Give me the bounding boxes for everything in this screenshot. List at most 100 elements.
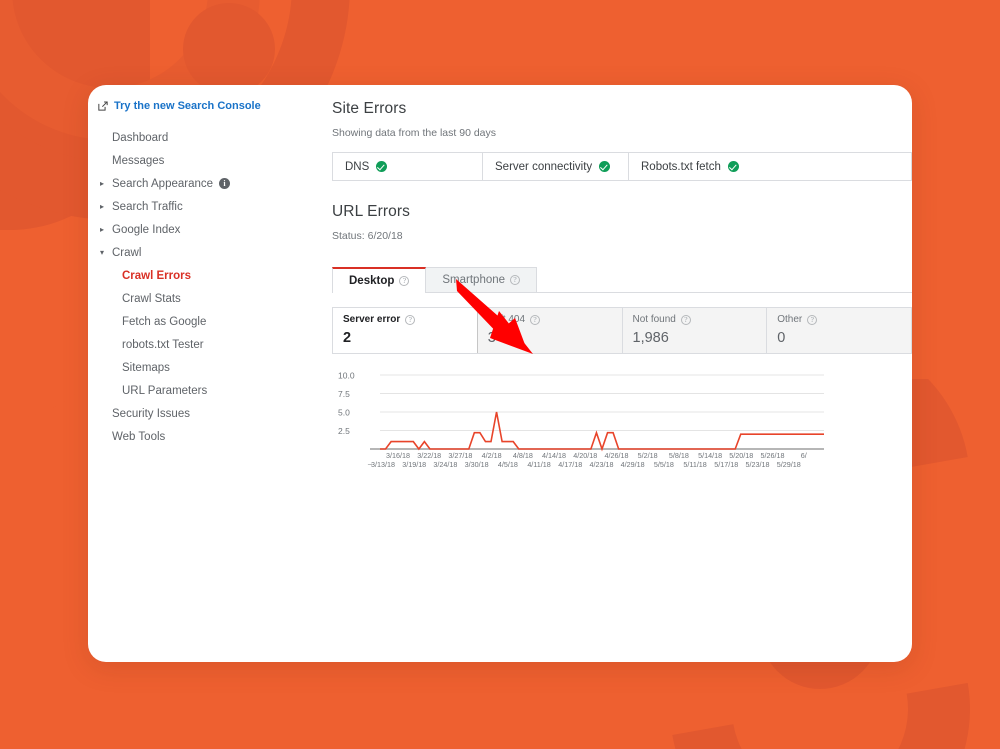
sidebar: Try the new Search Console Dashboard Mess… — [98, 100, 261, 448]
chart-xtick-label-lower: 4/29/18 — [621, 460, 645, 469]
watermark-dot — [183, 3, 275, 95]
sidebar-item-fetch-as-google[interactable]: Fetch as Google — [98, 310, 248, 333]
sidebar-item-security-issues[interactable]: Security Issues — [98, 402, 248, 425]
help-icon[interactable]: ? — [530, 314, 541, 325]
help-icon[interactable]: ? — [680, 314, 691, 325]
chart-xtick-label-upper: 3/27/18 — [448, 451, 472, 460]
card-content-clip: Try the new Search Console Dashboard Mess… — [88, 85, 912, 662]
chart-xtick-label-lower: 5/5/18 — [654, 460, 674, 469]
chart-xtick-label-upper: 5/2/18 — [638, 451, 658, 460]
tab-label: Desktop — [349, 274, 395, 287]
sidebar-item-label: Search Traffic — [112, 200, 183, 213]
chart-xtick-label-upper: 5/26/18 — [761, 451, 785, 460]
metric-label: Not found — [632, 314, 676, 325]
sidebar-item-label: Crawl Stats — [122, 292, 181, 305]
chart-ytick-label: 7.5 — [338, 389, 350, 399]
chart-xtick-label-lower: 4/17/18 — [558, 460, 582, 469]
green-check-icon — [599, 161, 611, 172]
chevron-down-icon: ▾ — [100, 247, 105, 257]
site-error-server-connectivity[interactable]: Server connectivity — [483, 153, 629, 180]
sidebar-item-label: Fetch as Google — [122, 315, 207, 328]
crawl-errors-chart: 10.0 7.5 5.0 2.5 3/16/18 3/22/18 3/27/18 4/2/18… — [332, 369, 824, 469]
chart-xtick-label-upper: 4/20/18 — [573, 451, 597, 460]
sidebar-item-sitemaps[interactable]: Sitemaps — [98, 356, 248, 379]
sidebar-item-messages[interactable]: Messages — [98, 149, 248, 172]
tab-smartphone[interactable]: Smartphone? — [425, 267, 538, 292]
sidebar-item-crawl[interactable]: ▾ Crawl — [98, 241, 248, 264]
site-errors-title: Site Errors — [332, 100, 407, 117]
help-icon[interactable]: ? — [807, 314, 818, 325]
help-icon[interactable]: ? — [399, 275, 410, 286]
metric-label: Other — [777, 314, 803, 325]
chart-xtick-label-lower: 4/23/18 — [589, 460, 613, 469]
chevron-right-icon: ▸ — [100, 201, 105, 211]
sidebar-item-search-traffic[interactable]: ▸ Search Traffic — [98, 195, 248, 218]
site-errors-subtitle: Showing data from the last 90 days — [332, 127, 497, 139]
metric-not-found[interactable]: Not found? 1,986 — [622, 308, 768, 353]
metric-value: 0 — [777, 330, 786, 346]
site-error-label: Server connectivity — [495, 160, 593, 173]
metric-label-wrap: Server error? — [343, 314, 477, 325]
chevron-right-icon: ▸ — [100, 178, 105, 188]
metric-label: Server error — [343, 314, 401, 325]
chart-xtick-label-upper: 5/8/18 — [669, 451, 689, 460]
chart-xtick-label-lower: 5/11/18 — [683, 460, 706, 469]
site-error-dns[interactable]: DNS — [333, 153, 483, 180]
sidebar-item-url-parameters[interactable]: URL Parameters — [98, 379, 248, 402]
chart-xtick-label-lower: 4/5/18 — [498, 460, 518, 469]
site-error-robots-txt-fetch[interactable]: Robots.txt fetch — [629, 153, 774, 180]
sidebar-item-google-index[interactable]: ▸ Google Index — [98, 218, 248, 241]
site-error-label: DNS — [345, 160, 370, 173]
sidebar-item-label: URL Parameters — [122, 384, 208, 397]
chart-xtick-label-lower: 4/11/18 — [527, 460, 550, 469]
metric-value: 3 — [487, 330, 496, 346]
green-check-icon — [376, 161, 388, 172]
chart-xtick-label-upper: 5/14/18 — [698, 451, 722, 460]
chart-xtick-label-upper: 4/2/18 — [482, 451, 502, 460]
try-new-search-console-label: Try the new Search Console — [114, 100, 261, 112]
sidebar-item-dashboard[interactable]: Dashboard — [98, 126, 248, 149]
sidebar-item-crawl-errors[interactable]: Crawl Errors — [98, 264, 248, 287]
metric-value: 1,986 — [632, 330, 669, 346]
tab-label: Smartphone — [442, 274, 506, 286]
site-error-label: Robots.txt fetch — [641, 160, 721, 173]
sidebar-item-crawl-stats[interactable]: Crawl Stats — [98, 287, 248, 310]
metric-soft-404[interactable]: Soft 404? 3 — [477, 308, 623, 353]
sidebar-item-label: robots.txt Tester — [122, 338, 204, 351]
sidebar-item-label: Dashboard — [112, 131, 169, 144]
chart-xtick-label-upper: 4/14/18 — [542, 451, 566, 460]
sidebar-item-label: Messages — [112, 154, 165, 167]
chart-xtick-label-lower: 3/24/18 — [433, 460, 457, 469]
url-errors-title: URL Errors — [332, 203, 410, 220]
chart-svg: 10.0 7.5 5.0 2.5 3/16/18 3/22/18 3/27/18 4/2/18… — [338, 371, 824, 469]
sidebar-item-label: Crawl Errors — [122, 269, 192, 282]
sidebar-item-robots-txt-tester[interactable]: robots.txt Tester — [98, 333, 248, 356]
metric-server-error[interactable]: Server error? 2 — [333, 308, 478, 353]
metric-value: 2 — [343, 330, 352, 346]
chart-xtick-label-upper: 4/8/18 — [513, 451, 533, 460]
metric-other[interactable]: Other? 0 — [767, 308, 911, 353]
site-errors-strip: DNS Server connectivity Robots.txt fetch — [332, 152, 912, 181]
chart-ytick-label: 10.0 — [338, 371, 355, 381]
sidebar-item-search-appearance[interactable]: ▸ Search Appearance i — [98, 172, 248, 195]
help-icon[interactable]: ? — [510, 275, 521, 285]
help-icon[interactable]: ? — [405, 314, 416, 325]
info-icon: i — [219, 178, 231, 189]
chart-xtick-label-lower: 5/17/18 — [714, 460, 738, 469]
sidebar-item-label: Search Appearance — [112, 177, 214, 190]
chevron-right-icon: ▸ — [100, 224, 105, 234]
external-link-icon — [98, 101, 108, 111]
chart-xtick-label-upper: 4/26/18 — [604, 451, 628, 460]
url-errors-metrics: Server error? 2 Soft 404? 3 Not found? 1,986 O… — [332, 307, 912, 354]
chart-xtick-label-lower: 5/29/18 — [777, 460, 801, 469]
sidebar-item-label: Crawl — [112, 246, 142, 259]
metric-label: Soft 404 — [487, 314, 526, 325]
sidebar-item-web-tools[interactable]: Web Tools — [98, 425, 248, 448]
try-new-search-console-link[interactable]: Try the new Search Console — [98, 100, 261, 112]
tab-desktop[interactable]: Desktop? — [332, 267, 427, 293]
url-errors-status: Status: 6/20/18 — [332, 230, 403, 242]
chart-xtick-label-upper: 3/16/18 — [386, 451, 410, 460]
chart-xtick-label-lower: 5/23/18 — [746, 460, 770, 469]
url-errors-tabs: Desktop? Smartphone? — [332, 267, 912, 293]
chart-xtick-label-upper: 5/20/18 — [729, 451, 753, 460]
